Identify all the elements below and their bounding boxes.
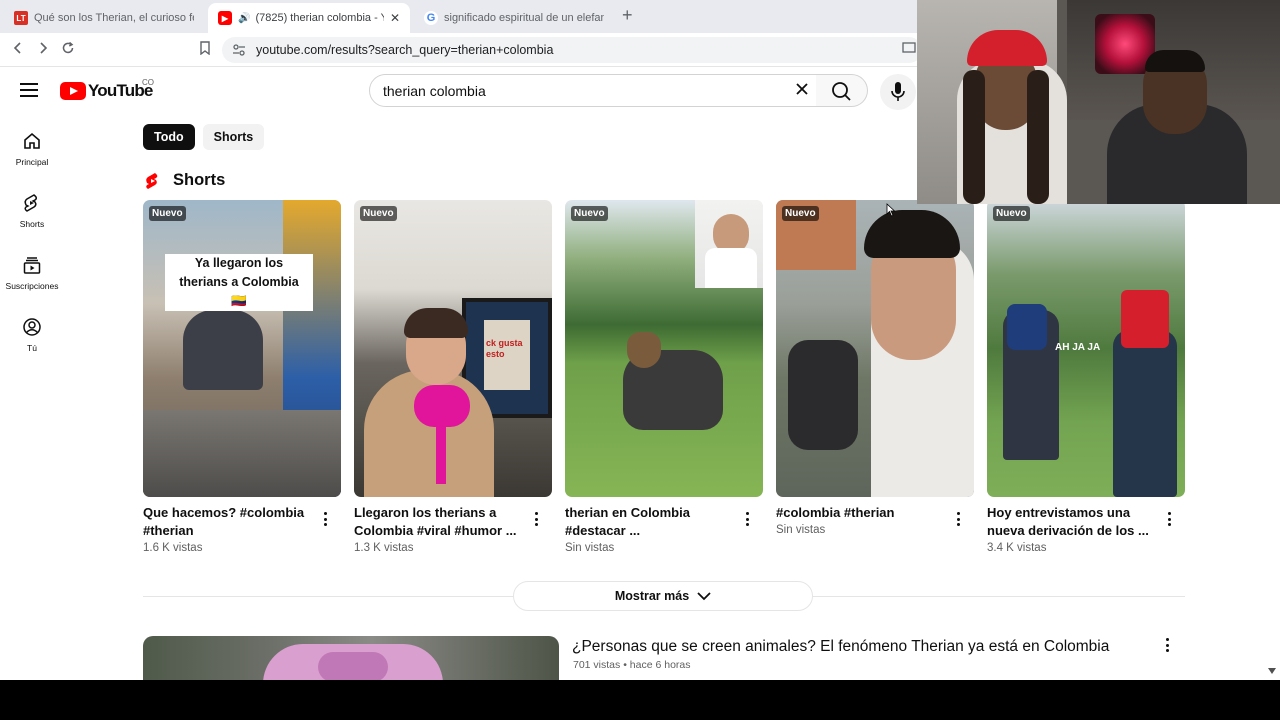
more-options-icon[interactable] [739,510,755,528]
short-title[interactable]: therian en Colombia #destacar ... [565,504,735,540]
filter-chips: Todo Shorts [143,124,265,150]
chip-shorts[interactable]: Shorts [202,124,265,150]
youtube-logo[interactable]: YouTube CO [60,78,154,101]
tab-title: significado espiritual de un elefante [444,12,604,24]
short-views: 1.6 K vistas [143,542,203,554]
webcam-overlay [917,0,1280,204]
short-views: 1.3 K vistas [354,542,414,554]
clear-search-icon[interactable] [794,81,810,102]
thumbnail-overlay-text: Ya llegaron los therians a Colombia 🇨🇴 [165,254,313,311]
google-favicon-icon: G [424,11,438,25]
short-card-5[interactable]: Nuevo AH JA JA Hoy entrevistamos una nue… [987,200,1185,554]
sidebar-item-label: Shorts [19,219,45,229]
new-badge: Nuevo [993,206,1030,221]
tab-title: Qué son los Therian, el curioso fenó [34,12,194,24]
video-meta: 701 vistas • hace 6 horas [573,659,691,671]
show-more-label: Mostrar más [614,589,690,603]
short-views: 3.4 K vistas [987,542,1047,554]
video-thumbnail[interactable] [143,636,559,680]
speaker-icon: 🔊 [238,12,251,24]
close-tab-icon[interactable]: ✕ [384,11,400,25]
short-card-4[interactable]: Nuevo #colombia #therian Sin vistas [776,200,974,536]
browser-tab-1[interactable]: LT Qué son los Therian, el curioso fenó [4,3,204,33]
shorts-heading: Shorts [173,171,226,189]
short-views: Sin vistas [776,524,826,536]
search-input[interactable]: therian colombia [369,74,817,107]
short-title[interactable]: Que hacemos? #colombia #therian [143,504,313,540]
short-thumbnail[interactable]: Nuevo AH JA JA [987,200,1185,497]
sidebar-item-principal[interactable]: Principal [0,115,64,177]
video-age: hace 6 horas [629,659,691,671]
youtube-play-icon [60,82,86,100]
voice-search-button[interactable] [880,74,916,110]
browser-tab-2[interactable]: ▶ 🔊 (7825) therian colombia - You ✕ [208,3,410,33]
sidebar-item-label: Tú [27,343,37,353]
short-card-1[interactable]: Nuevo Ya llegaron los therians a Colombi… [143,200,341,554]
search-value: therian colombia [383,82,486,99]
short-thumbnail[interactable]: Nuevo [565,200,763,497]
short-card-3[interactable]: Nuevo therian en Colombia #destacar ... … [565,200,763,554]
more-options-icon[interactable] [528,510,544,528]
short-title[interactable]: Llegaron los therians a Colombia #viral … [354,504,524,540]
video-views: 701 vistas [573,659,621,671]
sidebar: Principal Shorts Suscripciones Tú [0,115,64,363]
home-icon [24,132,40,149]
meta-separator: • [623,659,630,671]
short-thumbnail[interactable]: ck gusta esto Nuevo [354,200,552,497]
short-thumbnail[interactable]: Nuevo [776,200,974,497]
tab-title: (7825) therian colombia - You [255,12,383,24]
sidebar-item-shorts[interactable]: Shorts [0,177,64,239]
url-text: youtube.com/results?search_query=therian… [256,43,554,57]
short-title[interactable]: #colombia #therian [776,504,946,522]
menu-icon[interactable] [20,83,38,97]
shorts-icon [24,194,38,212]
short-thumbnail[interactable]: Nuevo Ya llegaron los therians a Colombi… [143,200,341,497]
screen: LT Qué son los Therian, el curioso fenó … [0,0,1280,680]
sidebar-item-suscripciones[interactable]: Suscripciones [0,239,64,301]
bookmark-icon[interactable] [196,41,214,59]
back-icon[interactable] [9,41,27,59]
search-button[interactable] [816,74,868,107]
more-options-icon[interactable] [1161,510,1177,528]
reload-icon[interactable] [59,41,77,59]
site-settings-icon[interactable] [232,43,246,57]
forward-icon[interactable] [34,41,52,59]
chip-todo[interactable]: Todo [143,124,195,150]
new-tab-icon[interactable]: + [622,5,633,26]
thumbnail-overlay-text: AH JA JA [1055,342,1101,353]
cast-icon[interactable] [900,41,918,59]
new-badge: Nuevo [360,206,397,221]
new-badge: Nuevo [149,206,186,221]
video-title[interactable]: ¿Personas que se creen animales? El fenó… [572,638,1109,656]
address-bar[interactable]: youtube.com/results?search_query=therian… [222,37,922,63]
short-title[interactable]: Hoy entrevistamos una nueva derivación d… [987,504,1157,540]
sidebar-item-tu[interactable]: Tú [0,301,64,363]
microphone-icon [891,82,905,101]
more-options-icon[interactable] [317,510,333,528]
sidebar-item-label: Suscripciones [5,281,59,291]
search-icon [832,82,851,101]
country-code: CO [142,78,154,87]
mouse-cursor-icon [886,203,896,217]
new-badge: Nuevo [782,206,819,221]
show-more-button[interactable]: Mostrar más [513,581,813,611]
thumbnail-sign-text: ck gusta esto [486,338,523,359]
sidebar-item-label: Principal [15,157,49,167]
short-card-2[interactable]: ck gusta esto Nuevo Llegaron los therian… [354,200,552,554]
more-options-icon[interactable] [950,510,966,528]
chevron-down-icon [697,591,711,600]
youtube-favicon-icon: ▶ [218,11,232,25]
lt-favicon-icon: LT [14,11,28,25]
browser-tab-3[interactable]: G significado espiritual de un elefante [414,3,614,33]
more-options-icon[interactable] [1159,636,1175,654]
shorts-section-title: Shorts [145,171,225,190]
subscriptions-icon [23,257,41,274]
short-views: Sin vistas [565,542,615,554]
you-icon [23,318,41,336]
new-badge: Nuevo [571,206,608,221]
shorts-logo-icon [146,172,158,189]
scroll-down-arrow-icon[interactable] [1268,668,1276,674]
